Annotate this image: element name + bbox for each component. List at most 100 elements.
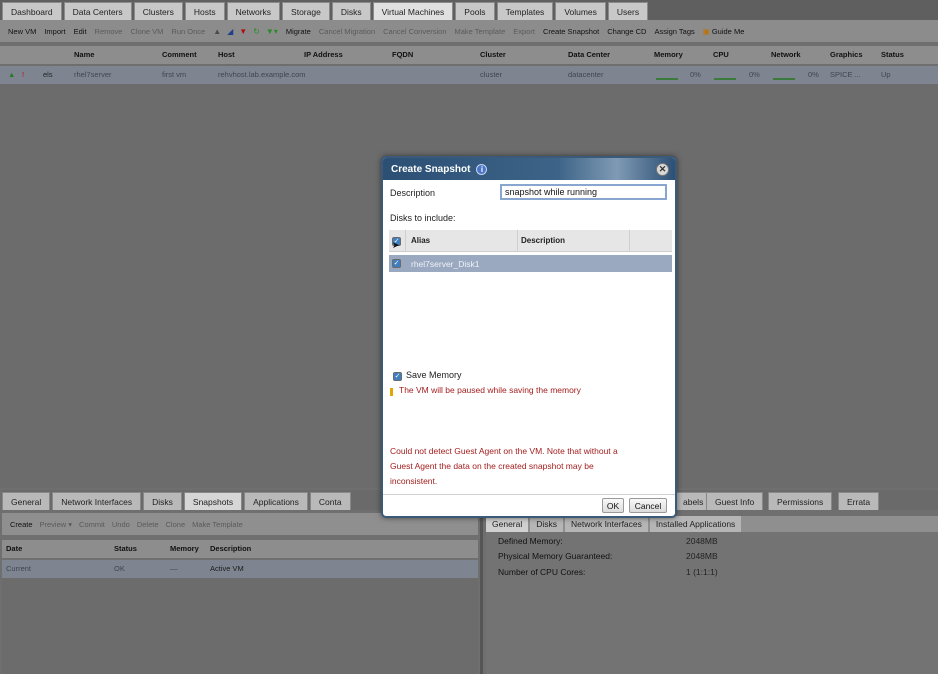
col-status[interactable]: Status — [114, 544, 137, 553]
snapshot-make-template-button[interactable]: Make Template — [192, 520, 243, 529]
save-memory-label[interactable]: Save Memory — [406, 370, 462, 380]
info-label: Number of CPU Cores: — [498, 567, 586, 577]
subtab-network-interfaces[interactable]: Network Interfaces — [52, 492, 142, 510]
column-divider — [405, 230, 406, 252]
col-description[interactable]: Description — [521, 236, 565, 245]
vm-memory: 0% — [690, 70, 701, 79]
tab-clusters[interactable]: Clusters — [133, 2, 183, 20]
import-button[interactable]: Import — [44, 27, 65, 36]
vm-table-header: Name Comment Host IP Address FQDN Cluste… — [0, 46, 938, 64]
create-snapshot-button[interactable]: Create Snapshot — [543, 27, 599, 36]
make-template-button[interactable]: Make Template — [455, 27, 506, 36]
tab-disks[interactable]: Disks — [331, 2, 371, 20]
memory-bar — [656, 78, 678, 80]
vm-name: rhel7server — [74, 70, 112, 79]
guest-subtab-network-interfaces[interactable]: Network Interfaces — [565, 516, 648, 532]
guide-me-button[interactable]: ▣ Guide Me — [703, 27, 745, 36]
tab-virtual-machines[interactable]: Virtual Machines — [372, 2, 454, 20]
table-row[interactable]: ✓ rhel7server_Disk1 — [389, 255, 672, 272]
snapshot-create-button[interactable]: Create — [10, 520, 33, 529]
change-cd-button[interactable]: Change CD — [607, 27, 646, 36]
new-vm-button[interactable]: New VM — [8, 27, 36, 36]
col-alias[interactable]: Alias — [411, 236, 430, 245]
snapshot-status: OK — [114, 564, 125, 573]
run-icon[interactable]: ▲ — [213, 27, 221, 36]
snapshot-undo-button[interactable]: Undo — [112, 520, 130, 529]
col-datacenter[interactable]: Data Center — [568, 50, 610, 59]
agent-warning-line-1: Could not detect Guest Agent on the VM. … — [390, 446, 618, 456]
reboot-icon[interactable]: ↻ — [253, 27, 260, 36]
help-icon[interactable]: i — [476, 163, 488, 175]
col-memory[interactable]: Memory — [654, 50, 683, 59]
shutdown-icon[interactable]: ▼ — [239, 27, 247, 36]
description-label: Description — [390, 188, 436, 198]
col-status[interactable]: Status — [881, 50, 904, 59]
guest-subtab-disks[interactable]: Disks — [530, 516, 564, 532]
ok-button[interactable]: OK — [602, 498, 624, 513]
vm-cluster: cluster — [480, 70, 503, 79]
cancel-button[interactable]: Cancel — [629, 498, 667, 513]
tab-templates[interactable]: Templates — [496, 2, 554, 20]
cancel-migration-button[interactable]: Cancel Migration — [319, 27, 375, 36]
col-memory[interactable]: Memory — [170, 544, 199, 553]
subtab-errata[interactable]: Errata — [838, 492, 880, 510]
disk-checkbox[interactable]: ✓ — [392, 259, 401, 268]
snapshot-delete-button[interactable]: Delete — [137, 520, 159, 529]
col-comment[interactable]: Comment — [162, 50, 197, 59]
subtab-disks[interactable]: Disks — [143, 492, 182, 510]
col-date[interactable]: Date — [6, 544, 22, 553]
col-network[interactable]: Network — [771, 50, 801, 59]
guest-subtab-installed-applications[interactable]: Installed Applications — [649, 516, 742, 532]
col-name[interactable]: Name — [74, 50, 94, 59]
run-once-button[interactable]: Run Once — [171, 27, 205, 36]
assign-tags-button[interactable]: Assign Tags — [654, 27, 694, 36]
close-icon[interactable]: ✕ — [656, 163, 669, 176]
tab-data-centers[interactable]: Data Centers — [63, 2, 132, 20]
subtab-permissions[interactable]: Permissions — [768, 492, 833, 510]
subtab-containers[interactable]: Conta — [309, 492, 351, 510]
guest-subtab-general[interactable]: General — [486, 516, 529, 532]
tab-hosts[interactable]: Hosts — [184, 2, 225, 20]
snapshot-preview-button[interactable]: Preview ▾ — [40, 520, 73, 529]
snapshot-commit-button[interactable]: Commit — [79, 520, 105, 529]
remove-button[interactable]: Remove — [95, 27, 123, 36]
tab-networks[interactable]: Networks — [226, 2, 281, 20]
export-button[interactable]: Export — [513, 27, 535, 36]
console-icon[interactable]: ▼▾ — [266, 27, 278, 36]
button-bar-divider — [383, 494, 675, 495]
col-fqdn[interactable]: FQDN — [392, 50, 413, 59]
tab-dashboard[interactable]: Dashboard — [2, 2, 62, 20]
guest-info-subtabs: General Disks Network Interfaces Install… — [486, 516, 938, 532]
cancel-conversion-button[interactable]: Cancel Conversion — [383, 27, 446, 36]
dialog-titlebar[interactable]: Create Snapshot i ✕ — [383, 158, 675, 180]
subtab-applications[interactable]: Applications — [244, 492, 308, 510]
cpu-bar — [714, 78, 736, 80]
alert-icon: ! — [22, 70, 25, 79]
col-cpu[interactable]: CPU — [713, 50, 729, 59]
subtab-snapshots[interactable]: Snapshots — [183, 492, 243, 510]
table-row[interactable]: ▲ ! els rhel7server first vm rehvhost.la… — [0, 66, 938, 84]
subtab-general[interactable]: General — [2, 492, 51, 510]
suspend-icon[interactable]: ◢ — [227, 27, 233, 36]
save-memory-checkbox[interactable]: ✓ — [393, 372, 402, 381]
tab-users[interactable]: Users — [607, 2, 649, 20]
tab-pools[interactable]: Pools — [455, 2, 495, 20]
col-host[interactable]: Host — [218, 50, 235, 59]
migrate-button[interactable]: Migrate — [286, 27, 311, 36]
memory-warning-text: The VM will be paused while saving the m… — [399, 385, 581, 395]
description-input[interactable] — [500, 184, 667, 200]
col-description[interactable]: Description — [210, 544, 251, 553]
col-graphics[interactable]: Graphics — [830, 50, 863, 59]
vm-network: 0% — [808, 70, 819, 79]
snapshot-clone-button[interactable]: Clone — [166, 520, 186, 529]
col-ip[interactable]: IP Address — [304, 50, 343, 59]
vm-up-icon: ▲ — [8, 70, 16, 79]
clone-vm-button[interactable]: Clone VM — [130, 27, 163, 36]
vm-cpu: 0% — [749, 70, 760, 79]
col-cluster[interactable]: Cluster — [480, 50, 506, 59]
tab-storage[interactable]: Storage — [282, 2, 330, 20]
tab-volumes[interactable]: Volumes — [555, 2, 606, 20]
subtab-guest-info[interactable]: Guest Info — [706, 492, 764, 510]
edit-button[interactable]: Edit — [74, 27, 87, 36]
table-row[interactable]: Current OK — Active VM — [2, 560, 478, 578]
